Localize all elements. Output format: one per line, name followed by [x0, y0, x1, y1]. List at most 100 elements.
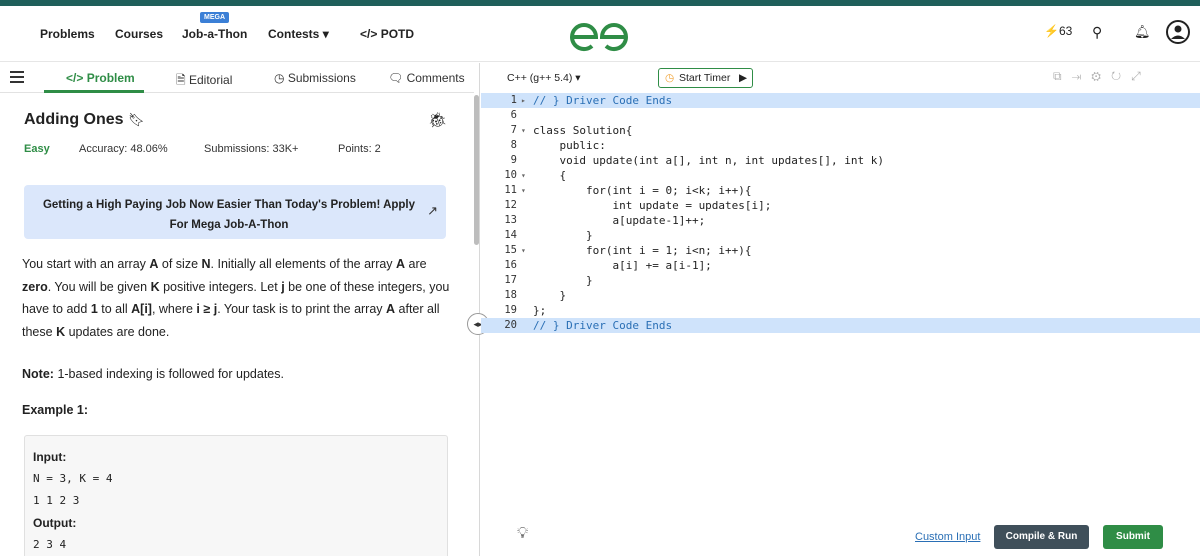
tab-submissions[interactable]: ◷ Submissions: [274, 71, 356, 85]
problem-title: Adding Ones 🔖︎: [24, 111, 145, 129]
code-line[interactable]: 1 ▸// } Driver Code Ends: [481, 93, 1200, 108]
example-box: Input: N = 3, K = 4 1 1 2 3 Output: 2 3 …: [24, 435, 448, 556]
start-timer-button[interactable]: ◷ Start Timer ▶: [658, 68, 753, 88]
line-number: 12: [504, 199, 517, 211]
code-line[interactable]: 12 int update = updates[i];: [481, 198, 1200, 213]
fold-toggle-icon[interactable]: ▾: [521, 183, 533, 198]
code-line[interactable]: 19};: [481, 303, 1200, 318]
example-output-label: Output:: [33, 516, 77, 530]
job-a-thon-banner[interactable]: Getting a High Paying Job Now Easier Tha…: [24, 185, 446, 239]
note-body: 1-based indexing is followed for updates…: [57, 367, 284, 381]
line-number: 16: [504, 259, 517, 271]
line-number: 20: [504, 319, 517, 331]
code-line[interactable]: 6: [481, 108, 1200, 123]
play-icon: ▶: [739, 72, 748, 84]
submit-button[interactable]: Submit: [1103, 525, 1163, 549]
code-text: for(int i = 0; i<k; i++){: [533, 184, 752, 197]
fold-toggle-icon[interactable]: ▸: [521, 93, 533, 108]
streak-counter[interactable]: ⚡63: [1044, 24, 1072, 38]
custom-input-button[interactable]: Custom Input: [915, 531, 980, 543]
code-line[interactable]: 14 }: [481, 228, 1200, 243]
line-number: 10: [504, 169, 517, 181]
nav-contests-label: Contests: [268, 27, 320, 41]
points-text: Points: 2: [338, 143, 381, 155]
code-text: public:: [533, 139, 606, 152]
lightning-icon: ⚡: [1044, 24, 1059, 38]
difficulty-badge: Easy: [24, 143, 50, 155]
fullscreen-icon[interactable]: ⤢: [1131, 69, 1141, 83]
tab-problem-label: Problem: [86, 71, 135, 85]
export-icon[interactable]: ⇥: [1072, 69, 1082, 83]
nav-job-a-thon[interactable]: Job-a-Thon: [182, 27, 247, 41]
line-number: 14: [504, 229, 517, 241]
code-line[interactable]: 16 a[i] += a[i-1];: [481, 258, 1200, 273]
editor-toolbar: C++ (g++ 5.4) ▾ ◷ Start Timer ▶ ⧉ ⇥ ⚙ ↻ …: [481, 63, 1200, 91]
settings-icon[interactable]: ⚙: [1091, 69, 1101, 83]
nav-potd[interactable]: </> POTD: [360, 27, 414, 41]
chevron-down-icon: ▾: [575, 72, 581, 84]
user-avatar-icon[interactable]: [1166, 20, 1190, 44]
code-text: for(int i = 1; i<n; i++){: [533, 244, 752, 257]
code-line[interactable]: 20 // } Driver Code Ends: [481, 318, 1200, 333]
code-line[interactable]: 15 ▾ for(int i = 1; i<n; i++){: [481, 243, 1200, 258]
example-title: Example 1:: [22, 403, 89, 417]
code-line[interactable]: 9 void update(int a[], int n, int update…: [481, 153, 1200, 168]
code-text: {: [533, 169, 567, 182]
report-bug-icon[interactable]: 🐞︎: [428, 111, 447, 129]
problem-tabs: </> Problem 🗎︎ Editorial ◷ Submissions 🗨…: [0, 63, 474, 93]
compile-run-button[interactable]: Compile & Run: [994, 525, 1089, 549]
tab-problem[interactable]: </> Problem: [66, 71, 135, 85]
code-text: class Solution{: [533, 124, 633, 137]
tab-editorial-label: Editorial: [189, 73, 233, 87]
code-icon: </>: [66, 71, 84, 85]
code-text: // } Driver Code Ends: [533, 94, 673, 107]
bookmark-icon[interactable]: 🔖︎: [128, 112, 145, 127]
line-number: 19: [504, 304, 517, 316]
code-text: a[update-1]++;: [533, 214, 706, 227]
code-line[interactable]: 8 public:: [481, 138, 1200, 153]
clock-icon: ◷: [274, 71, 285, 85]
streak-value: 63: [1058, 24, 1073, 38]
code-line[interactable]: 7 ▾ class Solution{: [481, 123, 1200, 138]
submissions-count: Submissions: 33K+: [204, 143, 299, 155]
external-link-icon: ↗: [427, 203, 438, 218]
language-label: C++ (g++ 5.4): [507, 72, 573, 84]
nav-courses[interactable]: Courses: [115, 27, 163, 41]
problem-pane: </> Problem 🗎︎ Editorial ◷ Submissions 🗨…: [0, 63, 474, 556]
nav-contests[interactable]: Contests ▾: [268, 27, 329, 41]
code-line[interactable]: 10 ▾ {: [481, 168, 1200, 183]
comment-icon: 🗨︎: [388, 71, 404, 85]
nav-potd-label: POTD: [380, 27, 415, 41]
pane-divider: [479, 63, 480, 556]
search-icon[interactable]: ⚲: [1092, 24, 1102, 41]
fold-toggle-icon[interactable]: ▾: [521, 123, 533, 138]
editor-tool-icons: ⧉ ⇥ ⚙ ↻ ⤢: [1053, 69, 1141, 84]
line-number: 11: [504, 184, 517, 196]
code-line[interactable]: 17 }: [481, 273, 1200, 288]
bell-icon[interactable]: 🔔︎: [1134, 24, 1151, 40]
problem-description: You start with an array A of size N. Ini…: [22, 257, 450, 339]
line-number: 6: [510, 109, 517, 121]
code-editor[interactable]: 1 ▸// } Driver Code Ends 6 7 ▾ class Solution…: [481, 93, 1200, 353]
copy-icon[interactable]: ⧉: [1053, 69, 1062, 83]
language-select[interactable]: C++ (g++ 5.4) ▾: [507, 72, 581, 84]
nav-problems[interactable]: Problems: [40, 27, 95, 41]
chevron-down-icon: ▾: [322, 27, 329, 41]
code-text: a[i] += a[i-1];: [533, 259, 712, 272]
lightbulb-icon[interactable]: 💡︎: [517, 525, 528, 543]
code-line[interactable]: 11 ▾ for(int i = 0; i<k; i++){: [481, 183, 1200, 198]
menu-icon[interactable]: [10, 71, 24, 86]
line-number: 1: [510, 94, 517, 106]
line-number: 7: [510, 124, 517, 136]
tab-editorial[interactable]: 🗎︎ Editorial: [176, 71, 232, 92]
code-text: };: [533, 304, 547, 317]
banner-text: Getting a High Paying Job Now Easier Tha…: [42, 199, 416, 231]
tab-comments[interactable]: 🗨︎ Comments: [388, 71, 465, 85]
reset-icon[interactable]: ↻: [1111, 69, 1121, 83]
fold-toggle-icon[interactable]: ▾: [521, 168, 533, 183]
gfg-logo[interactable]: [568, 21, 630, 53]
fold-toggle-icon[interactable]: ▾: [521, 243, 533, 258]
example-input-line-2: 1 1 2 3: [33, 494, 80, 507]
code-line[interactable]: 13 a[update-1]++;: [481, 213, 1200, 228]
code-line[interactable]: 18 }: [481, 288, 1200, 303]
